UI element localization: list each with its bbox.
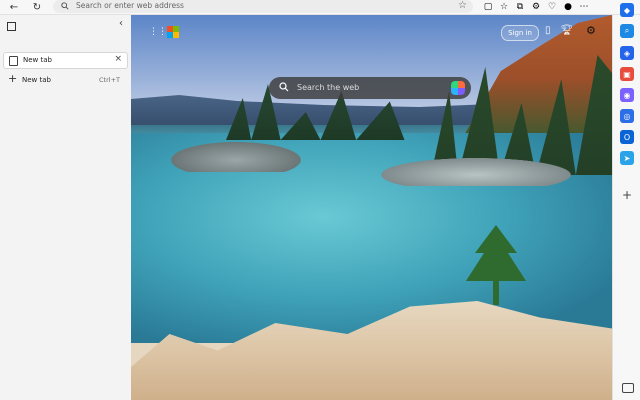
address-placeholder: Search or enter web address bbox=[76, 1, 184, 10]
new-tab-page: ⋮⋮⋮ Sign in ▯ 🏆︎ ⚙ Search the web bbox=[131, 15, 612, 400]
search-icon[interactable]: ⌕ bbox=[620, 24, 634, 38]
rewards-trophy-icon[interactable]: 🏆︎ bbox=[561, 25, 574, 36]
copilot-icon[interactable] bbox=[451, 81, 465, 95]
page-top-icons: ▯ 🏆︎ bbox=[545, 25, 573, 36]
heart-icon[interactable]: ♡ bbox=[544, 2, 560, 12]
new-tab-label: New tab bbox=[22, 76, 51, 84]
extensions-icon[interactable]: ⚙ bbox=[528, 2, 544, 12]
edge-right-sidebar: ◆ ⌕ ◈ ▣ ◉ ◎ O ➤ + bbox=[612, 3, 640, 400]
copilot-icon[interactable]: ◆ bbox=[620, 3, 634, 17]
collapse-sidebar-icon[interactable]: ‹ bbox=[119, 18, 123, 29]
vertical-tabs-sidebar: ‹ New tab × + New tab Ctrl+T bbox=[0, 15, 132, 400]
new-tab-shortcut: Ctrl+T bbox=[99, 76, 120, 84]
new-tab-page-icon bbox=[9, 56, 18, 66]
microsoft-logo-icon bbox=[167, 26, 179, 38]
collections-icon[interactable]: ⧉ bbox=[512, 2, 528, 12]
favorite-star-icon[interactable]: ☆ bbox=[458, 0, 467, 11]
more-icon[interactable]: ⋯ bbox=[576, 2, 592, 12]
background-rocks-right bbox=[381, 158, 571, 186]
web-search-box[interactable]: Search the web bbox=[269, 77, 471, 99]
address-bar[interactable]: Search or enter web address ☆ bbox=[53, 0, 473, 13]
profile-icon[interactable]: ● bbox=[560, 2, 576, 12]
browser-toolbar: ← ↻ Search or enter web address ☆ ▢ ☆ ⧉ … bbox=[0, 0, 640, 15]
search-icon bbox=[61, 2, 69, 10]
add-icon[interactable]: + bbox=[622, 188, 632, 202]
phone-icon[interactable]: ▯ bbox=[545, 25, 551, 36]
shopping-icon[interactable]: ◈ bbox=[620, 46, 634, 60]
outlook-icon[interactable]: O bbox=[620, 130, 634, 144]
refresh-icon[interactable]: ↻ bbox=[29, 0, 45, 14]
page-settings-gear-icon[interactable]: ⚙ bbox=[586, 24, 596, 37]
microsoft365-icon[interactable]: ◎ bbox=[620, 109, 634, 123]
tab-label: New tab bbox=[23, 56, 52, 64]
tab-new-tab[interactable]: New tab × bbox=[3, 52, 128, 69]
games-icon[interactable]: ◉ bbox=[620, 88, 634, 102]
tab-actions-icon[interactable] bbox=[7, 22, 16, 31]
search-placeholder: Search the web bbox=[297, 83, 360, 92]
background-rocks bbox=[171, 142, 301, 172]
telegram-icon[interactable]: ➤ bbox=[620, 151, 634, 165]
sidebar-header: ‹ bbox=[0, 18, 131, 32]
sign-in-button[interactable]: Sign in bbox=[501, 25, 539, 41]
close-tab-icon[interactable]: × bbox=[114, 54, 122, 64]
browser-tools: ▢ ☆ ⧉ ⚙ ♡ ● ⋯ bbox=[480, 0, 592, 14]
favorites-icon[interactable]: ☆ bbox=[496, 2, 512, 12]
sidebar-toggle-icon[interactable] bbox=[622, 383, 634, 393]
new-tab-button[interactable]: + New tab Ctrl+T bbox=[3, 72, 126, 87]
split-screen-icon[interactable]: ▢ bbox=[480, 2, 496, 12]
search-icon bbox=[279, 82, 289, 92]
tools-icon[interactable]: ▣ bbox=[620, 67, 634, 81]
plus-icon: + bbox=[8, 72, 18, 85]
back-icon[interactable]: ← bbox=[6, 0, 22, 14]
